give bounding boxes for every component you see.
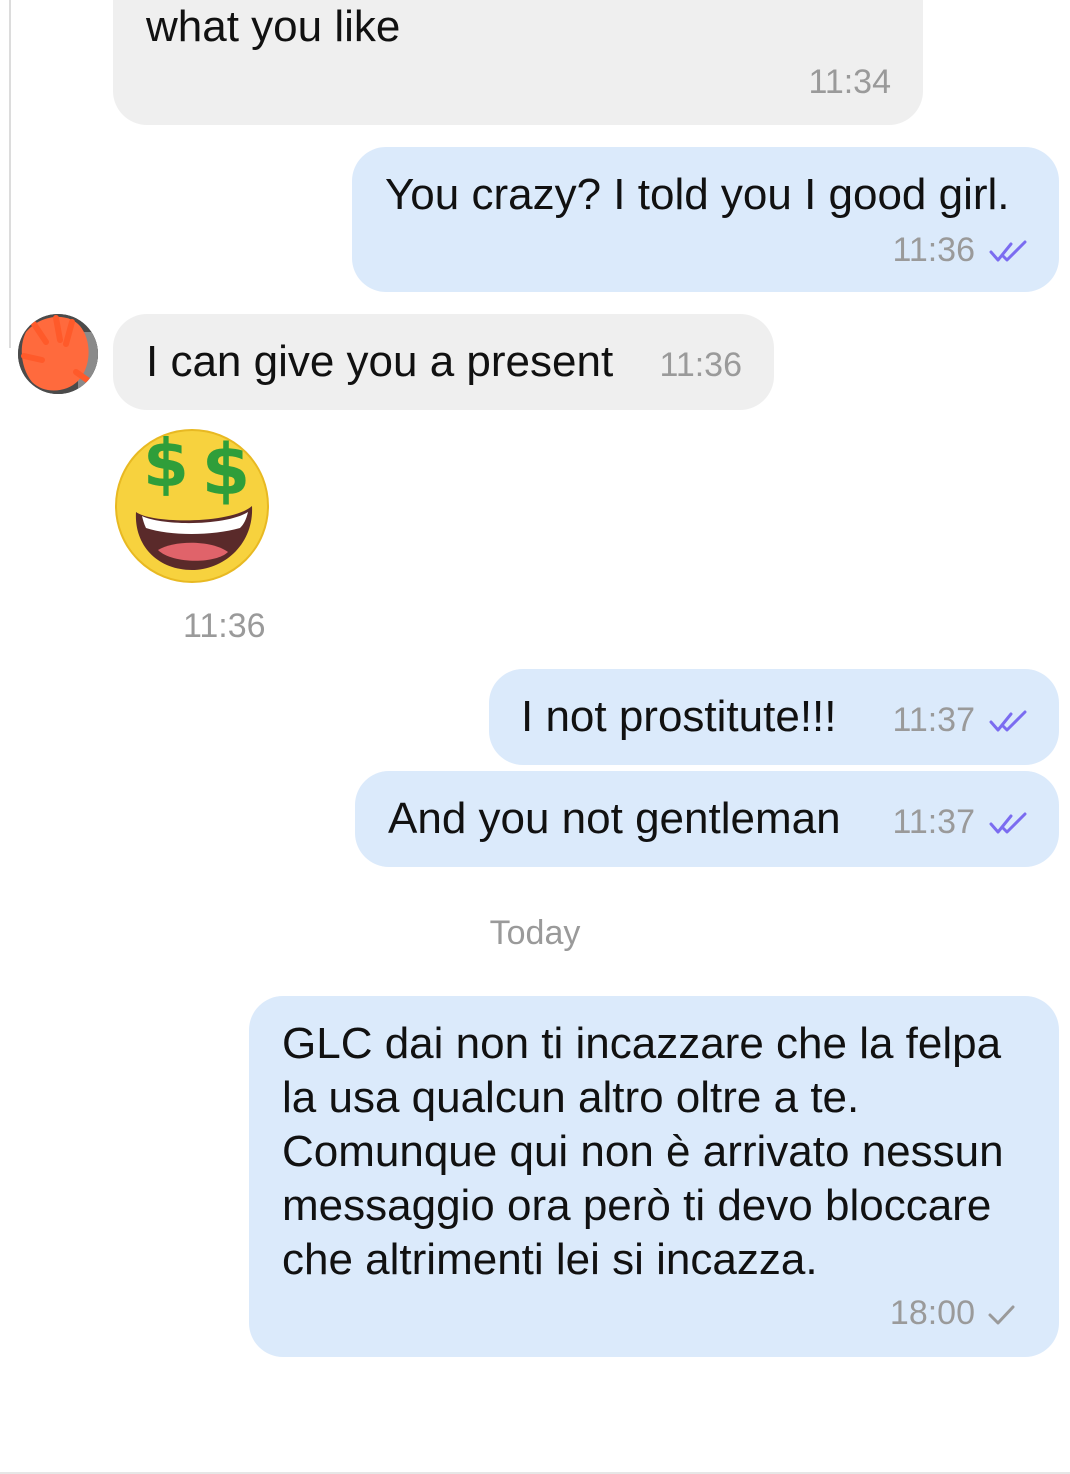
check-icon xyxy=(988,1305,1015,1325)
double-check-icon xyxy=(989,240,1027,262)
double-check-icon xyxy=(989,812,1027,834)
message-time: 11:37 xyxy=(892,803,975,841)
message-text: You crazy? I told you I good girl. xyxy=(385,170,1010,219)
chat-left-edge-line xyxy=(9,0,11,348)
message-text: GLC dai non ti incazzare che la felpa la… xyxy=(282,1019,1004,1284)
message-bubble-incoming[interactable]: what you like 11:34 xyxy=(113,0,923,125)
message-bubble-incoming[interactable]: I can give you a present 11:36 xyxy=(113,314,774,410)
svg-text:$: $ xyxy=(143,425,189,502)
message-time: 11:36 xyxy=(659,346,742,384)
svg-text:$: $ xyxy=(202,429,251,511)
message-time: 18:00 xyxy=(889,1294,975,1332)
message-text: And you not gentleman xyxy=(388,794,841,843)
date-divider: Today xyxy=(489,914,581,952)
message-bubble-outgoing[interactable]: And you not gentleman 11:37 xyxy=(355,771,1059,867)
message-time: 11:34 xyxy=(808,63,891,101)
message-bubble-outgoing[interactable]: You crazy? I told you I good girl. 11:36 xyxy=(352,147,1059,292)
money-mouth-face-icon[interactable]: $ $ xyxy=(112,424,272,584)
message-text: what you like xyxy=(146,2,401,51)
message-time: 11:36 xyxy=(892,231,975,269)
avatar[interactable] xyxy=(16,312,100,396)
message-bubble-outgoing[interactable]: I not prostitute!!! 11:37 xyxy=(489,669,1059,765)
message-bubble-outgoing[interactable]: GLC dai non ti incazzare che la felpa la… xyxy=(249,996,1059,1357)
message-text: I can give you a present xyxy=(146,337,614,386)
message-text: I not prostitute!!! xyxy=(521,692,837,741)
sticker-time: 11:36 xyxy=(183,607,266,645)
double-check-icon xyxy=(989,710,1027,732)
message-time: 11:37 xyxy=(892,701,975,739)
